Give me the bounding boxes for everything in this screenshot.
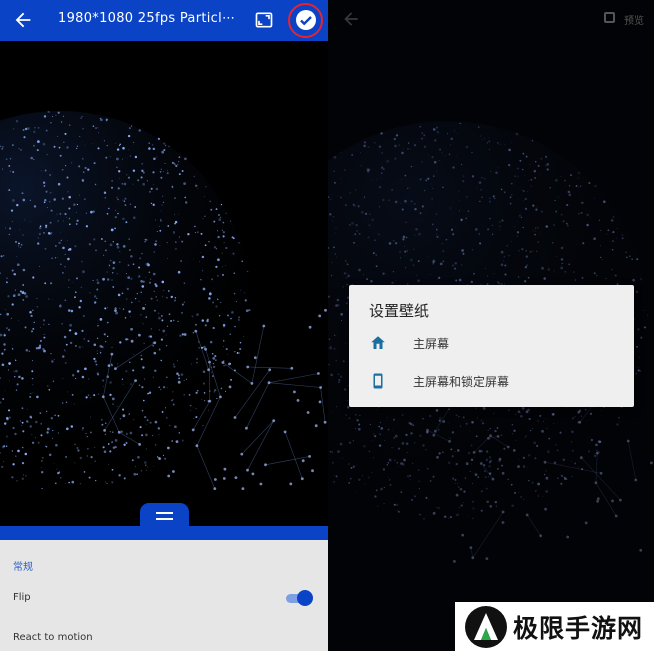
- set-wallpaper-dialog: 设置壁纸 主屏幕 主屏幕和锁定屏幕: [349, 285, 634, 407]
- site-watermark: 极限手游网: [455, 602, 654, 651]
- fit-screen-icon[interactable]: [254, 10, 274, 30]
- flip-label: Flip: [13, 592, 31, 603]
- flip-toggle[interactable]: [286, 590, 314, 606]
- back-arrow-icon[interactable]: [341, 9, 361, 29]
- app-title: 1980*1080 25fps Particl⋯: [58, 11, 236, 26]
- section-title: 常规: [13, 562, 33, 573]
- react-to-motion-label: React to motion: [13, 632, 93, 643]
- home-icon: [371, 336, 385, 349]
- option-home-and-lock[interactable]: 主屏幕和锁定屏幕: [349, 366, 634, 396]
- back-arrow-icon[interactable]: [12, 9, 34, 31]
- app-bar: 1980*1080 25fps Particl⋯: [0, 0, 328, 41]
- sheet-header-bar: [0, 526, 328, 540]
- particle-globe-wallpaper: [0, 111, 327, 491]
- option-label: 主屏幕: [413, 337, 450, 351]
- preview-label: 预览: [624, 16, 644, 27]
- checkbox-box: [604, 12, 615, 23]
- option-home-screen[interactable]: 主屏幕: [349, 328, 634, 358]
- phone-icon: [373, 373, 383, 389]
- settings-sheet: 常规 Flip React to motion: [0, 540, 328, 651]
- dialog-title: 设置壁纸: [369, 302, 430, 320]
- menu-icon: [156, 512, 173, 520]
- toggle-knob: [297, 590, 313, 606]
- option-label: 主屏幕和锁定屏幕: [413, 375, 510, 389]
- highlight-ring: [288, 3, 323, 38]
- watermark-logo-icon: [465, 606, 507, 648]
- watermark-text: 极限手游网: [513, 614, 644, 643]
